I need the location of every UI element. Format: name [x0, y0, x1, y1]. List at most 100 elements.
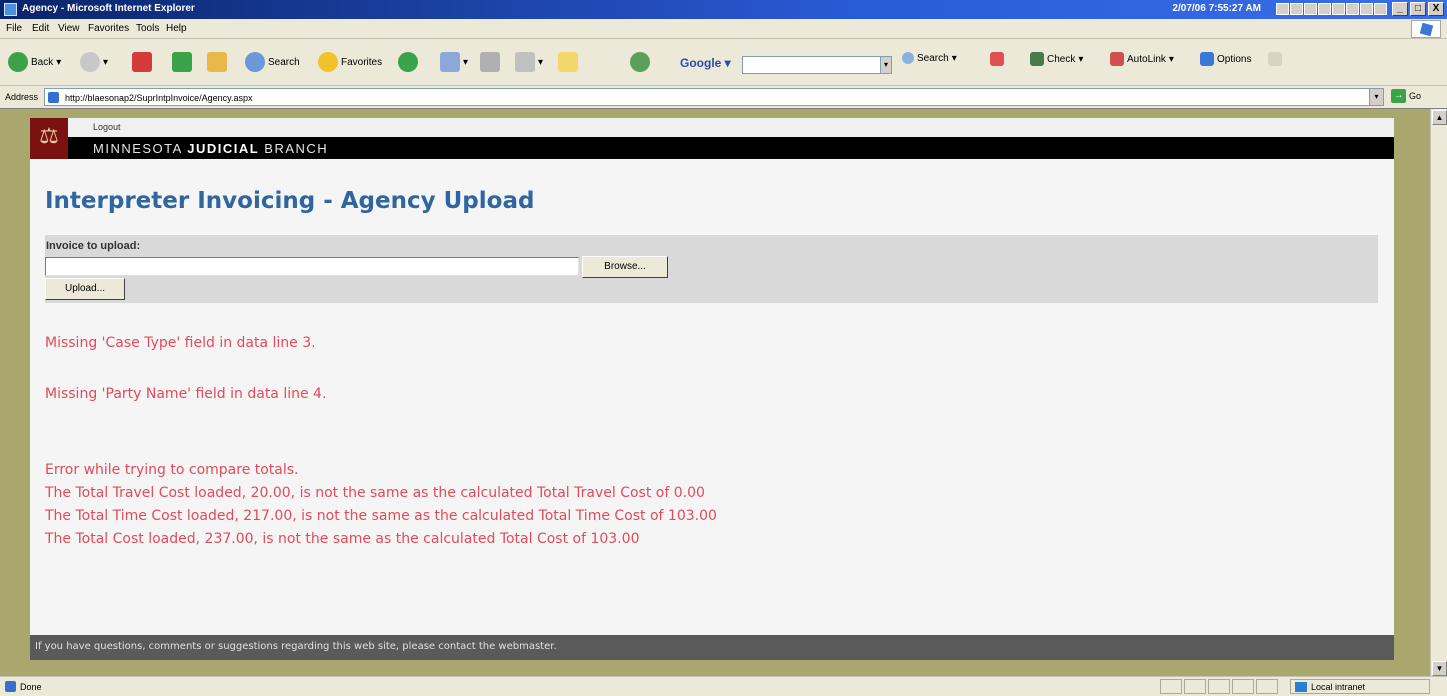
upload-button[interactable]: Upload... [45, 278, 125, 300]
vertical-scrollbar[interactable]: ▲ ▼ [1430, 109, 1447, 677]
intranet-icon [1295, 681, 1307, 692]
tray-icon[interactable] [1318, 3, 1331, 15]
status-bar: Done Local intranet [0, 676, 1447, 696]
error-message: The Total Time Cost loaded, 217.00, is n… [45, 508, 717, 524]
maximize-button[interactable]: □ [1410, 2, 1426, 16]
back-arrow-icon [8, 52, 28, 72]
security-zone[interactable]: Local intranet [1290, 679, 1430, 694]
browse-button[interactable]: Browse... [582, 256, 668, 278]
tray-icon[interactable] [1304, 3, 1317, 15]
address-dropdown[interactable]: ▾ [1369, 89, 1383, 105]
menu-help[interactable]: Help [166, 23, 187, 34]
menu-edit[interactable]: Edit [32, 23, 49, 34]
logout-link[interactable]: Logout [93, 122, 121, 132]
menu-bar: File Edit View Favorites Tools Help [0, 19, 1447, 39]
autolink-label: AutoLink [1127, 53, 1166, 65]
brand-bold: JUDICIAL [187, 141, 260, 156]
history-button[interactable] [398, 52, 418, 72]
tray-icon[interactable] [1346, 3, 1359, 15]
home-button[interactable] [207, 52, 227, 72]
options-label: Options [1217, 53, 1252, 65]
check-label: Check [1047, 53, 1076, 65]
page-done-icon [5, 681, 16, 692]
address-bar: Address http://blaesonap2/SuprIntpInvoic… [0, 86, 1447, 108]
zone-label: Local intranet [1311, 681, 1366, 692]
error-message: The Total Travel Cost loaded, 20.00, is … [45, 485, 705, 501]
menu-favorites[interactable]: Favorites [88, 23, 129, 34]
scroll-down-button[interactable]: ▼ [1432, 661, 1447, 676]
ie-icon [4, 3, 17, 16]
go-label: Go [1409, 91, 1422, 101]
toolbar: Back ▾ ▾ Search Favorites ▾ ▾ Google ▾ ▾ … [0, 40, 1447, 86]
messenger-button[interactable] [630, 52, 650, 72]
status-pane [1184, 679, 1206, 694]
brand-prefix: MINNESOTA [93, 141, 188, 156]
back-label: Back [31, 56, 54, 68]
refresh-icon [172, 52, 192, 72]
edit-button[interactable]: ▾ [515, 52, 543, 72]
go-arrow-icon: → [1391, 89, 1406, 103]
forward-button[interactable]: ▾ [80, 52, 108, 72]
search-button[interactable]: Search [245, 52, 300, 72]
page-title: Interpreter Invoicing - Agency Upload [45, 188, 535, 214]
upload-label: Invoice to upload: [46, 240, 141, 252]
folder-button[interactable] [558, 52, 578, 72]
brand-suffix: BRANCH [259, 141, 329, 156]
tray-icons [1276, 3, 1387, 15]
messenger-icon [630, 52, 650, 72]
refresh-button[interactable] [172, 52, 192, 72]
error-message: Missing 'Party Name' field in data line … [45, 386, 327, 402]
logout-row: Logout [30, 118, 1394, 137]
print-button[interactable] [480, 52, 500, 72]
brand-text: MINNESOTA JUDICIAL BRANCH [93, 141, 328, 156]
scroll-up-button[interactable]: ▲ [1432, 110, 1447, 125]
pagerank-icon [990, 52, 1004, 66]
google-search-input[interactable] [742, 56, 892, 74]
search-icon [245, 52, 265, 72]
search-label: Search [268, 56, 300, 68]
close-button[interactable]: X [1428, 2, 1444, 16]
back-button[interactable]: Back ▾ [8, 52, 61, 72]
menu-file[interactable]: File [6, 23, 22, 34]
go-button[interactable]: → Go [1391, 89, 1421, 103]
status-pane [1256, 679, 1278, 694]
autolink-button[interactable]: AutoLink ▾ [1110, 52, 1174, 66]
menu-tools[interactable]: Tools [136, 23, 159, 34]
tray-icon[interactable] [1374, 3, 1387, 15]
status-pane [1160, 679, 1182, 694]
options-icon [1200, 52, 1214, 66]
minimize-button[interactable]: _ [1392, 2, 1408, 16]
status-pane [1232, 679, 1254, 694]
tray-icon[interactable] [1332, 3, 1345, 15]
options-button[interactable]: Options [1200, 52, 1251, 66]
clock-text: 2/07/06 7:55:27 AM [1172, 3, 1261, 14]
history-icon [398, 52, 418, 72]
address-label: Address [5, 92, 39, 102]
brand-bar: MINNESOTA JUDICIAL BRANCH [30, 137, 1394, 159]
google-search-button[interactable]: Search ▾ [902, 52, 957, 64]
pagerank-button[interactable] [990, 52, 1004, 66]
stop-button[interactable] [132, 52, 152, 72]
mail-button[interactable]: ▾ [440, 52, 468, 72]
google-search-dropdown[interactable]: ▾ [880, 56, 892, 74]
google-search-label: Search [917, 52, 949, 64]
file-path-input[interactable] [45, 257, 579, 276]
tray-icon[interactable] [1290, 3, 1303, 15]
folder-icon [558, 52, 578, 72]
window-title: Agency - Microsoft Internet Explorer [22, 3, 195, 14]
status-pane [1208, 679, 1230, 694]
menu-view[interactable]: View [58, 23, 80, 34]
forward-arrow-icon [80, 52, 100, 72]
tray-icon[interactable] [1360, 3, 1373, 15]
highlight-icon [1268, 52, 1282, 66]
browser-window: Agency - Microsoft Internet Explorer 2/0… [0, 0, 1447, 696]
favorites-button[interactable]: Favorites [318, 52, 382, 72]
google-logo[interactable]: Google ▾ [680, 56, 731, 70]
address-input[interactable]: http://blaesonap2/SuprIntpInvoice/Agency… [44, 88, 1384, 106]
status-panes [1160, 679, 1278, 694]
check-button[interactable]: Check ▾ [1030, 52, 1083, 66]
mail-icon [440, 52, 460, 72]
highlight-button[interactable] [1268, 52, 1282, 66]
edit-icon [515, 52, 535, 72]
tray-icon[interactable] [1276, 3, 1289, 15]
